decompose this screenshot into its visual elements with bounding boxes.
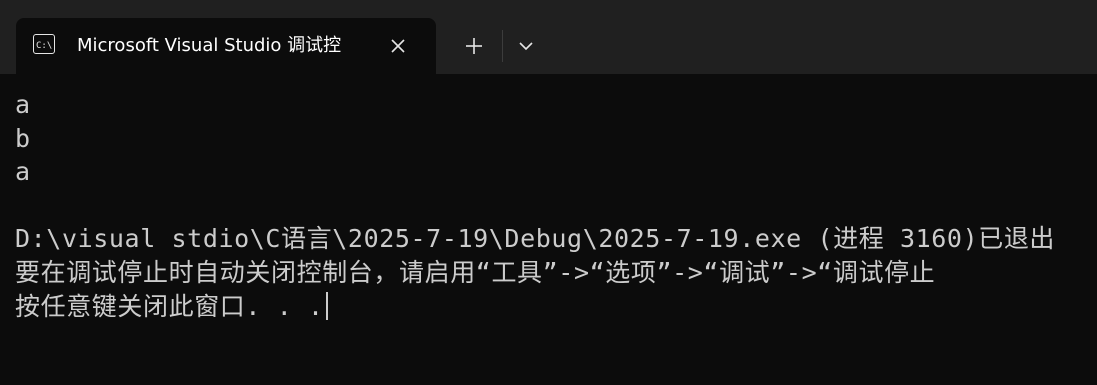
- hint-message-line: 要在调试停止时自动关闭控制台，请启用“工具”->“选项”->“调试”->“调试停…: [15, 257, 936, 287]
- tab-bar: C:\ Microsoft Visual Studio 调试控: [0, 0, 1097, 74]
- tab-title: Microsoft Visual Studio 调试控: [77, 35, 342, 56]
- exit-message-line: D:\visual stdio\C语言\2025-7-19\Debug\2025…: [15, 224, 1056, 254]
- tab-separator: [502, 30, 503, 62]
- plus-icon: [466, 38, 482, 54]
- text-cursor: [325, 291, 328, 320]
- new-tab-button[interactable]: [458, 30, 490, 62]
- output-line: b: [15, 123, 31, 153]
- close-icon: [391, 39, 405, 53]
- tab-debug-console[interactable]: C:\ Microsoft Visual Studio 调试控: [16, 18, 436, 74]
- terminal-window: C:\ Microsoft Visual Studio 调试控 a b a D:…: [0, 0, 1097, 385]
- console-icon: C:\: [33, 34, 55, 54]
- svg-text:C:\: C:\: [36, 41, 52, 51]
- tab-dropdown-button[interactable]: [510, 30, 542, 62]
- output-line: a: [15, 90, 31, 119]
- chevron-down-icon: [519, 42, 533, 51]
- prompt-line: 按任意键关闭此窗口. . .: [15, 290, 1097, 324]
- prompt-text: 按任意键关闭此窗口. . .: [15, 291, 324, 321]
- terminal-output[interactable]: a b a D:\visual stdio\C语言\2025-7-19\Debu…: [15, 88, 1097, 385]
- close-tab-button[interactable]: [384, 32, 412, 60]
- output-line: a: [15, 157, 31, 187]
